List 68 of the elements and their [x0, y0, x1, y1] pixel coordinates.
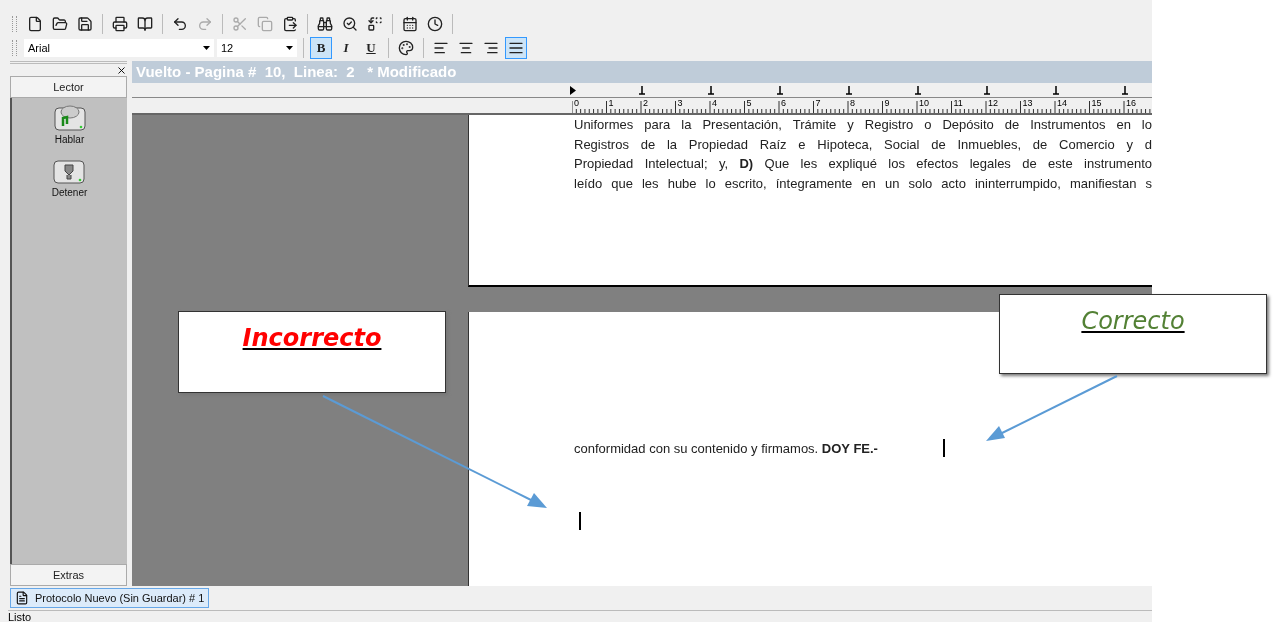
scissors-icon: [232, 15, 248, 32]
redo-icon: [197, 15, 213, 32]
folder-icon: [52, 15, 68, 32]
palette-icon: [398, 39, 414, 56]
underline-button[interactable]: U: [360, 36, 382, 59]
close-icon[interactable]: [116, 64, 127, 76]
ruler-number: 16: [1126, 98, 1136, 109]
ruler-number: 8: [850, 98, 855, 109]
save-icon: [77, 15, 93, 32]
ruler-number: 10: [919, 98, 929, 109]
italic-button[interactable]: I: [335, 36, 357, 59]
tab-stop-icon[interactable]: [776, 86, 784, 96]
document-text-line: conformidad con su contenido y firmamos. DOY FE.-: [574, 441, 878, 457]
document-icon: [15, 591, 29, 606]
font-size-dropdown[interactable]: 12: [217, 38, 297, 57]
ruler-number: 15: [1091, 98, 1102, 109]
printer-icon: [112, 15, 128, 32]
document-text-line: Registros de la Propiedad Raíz e Hipoteca, Social de Inmuebles, de Comercio y d: [574, 135, 1152, 154]
lector-pane-button[interactable]: Lector: [10, 76, 127, 99]
ruler-number: 3: [677, 98, 683, 109]
ruler-number: 13: [1022, 98, 1033, 109]
ruler-number: 2: [643, 98, 648, 109]
binoculars-icon: [317, 15, 333, 32]
document-text-line: Uniformes para la Presentación, Trámite y Registro o Depósito de Instrumentos en lo: [574, 116, 1152, 135]
ruler-number: 14: [1057, 98, 1067, 109]
text-cursor: [579, 512, 581, 531]
sidebar-item[interactable]: Detener: [51, 155, 88, 199]
callout-text: Correcto: [1081, 307, 1185, 337]
caret-icon: [203, 45, 210, 50]
document-tab[interactable]: Protocolo Nuevo (Sin Guardar) # 1: [10, 588, 210, 609]
indent-marker-icon[interactable]: [569, 86, 577, 96]
bold-button[interactable]: B: [310, 36, 332, 59]
callout-text: Incorrecto: [242, 324, 382, 354]
ruler-number: 6: [781, 98, 786, 109]
caret-icon: [286, 45, 293, 50]
disc-drive-icon: [52, 102, 87, 133]
document-title: Vuelto - Pagina # 10, Linea: 2 * Modificado: [132, 61, 1152, 84]
ruler-number: 0: [574, 98, 579, 109]
copy-icon: [257, 15, 273, 32]
replace-icon: [367, 15, 383, 32]
font-dropdown[interactable]: Arial: [24, 38, 214, 57]
status-text: Listo: [8, 610, 1152, 622]
book-icon: [137, 15, 153, 32]
calendar-icon: [402, 15, 418, 32]
document-text-line: leído que les hube lo escrito, íntegramente en un solo acto ininterrumpido, manifiestan s: [574, 174, 1152, 193]
extras-pane-button[interactable]: Extras: [10, 564, 127, 587]
align-justify-button[interactable]: [505, 36, 527, 59]
ruler-number: 12: [988, 98, 998, 109]
sidebar-item[interactable]: Hablar: [52, 102, 87, 146]
ruler-number: 4: [712, 98, 717, 109]
tab-stop-icon[interactable]: [1052, 86, 1060, 96]
tab-stop-icon[interactable]: [638, 86, 646, 96]
clock-icon: [427, 15, 443, 32]
tab-stop-icon[interactable]: [845, 86, 853, 96]
ruler-number: 9: [884, 98, 890, 109]
ruler-number: 11: [953, 98, 963, 109]
ruler-number: 5: [746, 98, 752, 109]
tab-stop-icon[interactable]: [707, 86, 715, 96]
tab-stop-icon[interactable]: [983, 86, 991, 96]
ruler-number: 1: [608, 98, 614, 109]
new-file-icon: [27, 15, 43, 32]
ruler-number: 7: [815, 98, 821, 109]
tab-stop-icon[interactable]: [1121, 86, 1129, 96]
document-text-line: Propiedad Intelectual; y, D) Que les expliqué los efectos legales de este instrumento: [574, 155, 1152, 174]
clipboard-icon: [282, 15, 298, 32]
undo-icon: [172, 15, 188, 32]
tab-stop-icon[interactable]: [914, 86, 922, 96]
text-cursor: [943, 439, 945, 458]
